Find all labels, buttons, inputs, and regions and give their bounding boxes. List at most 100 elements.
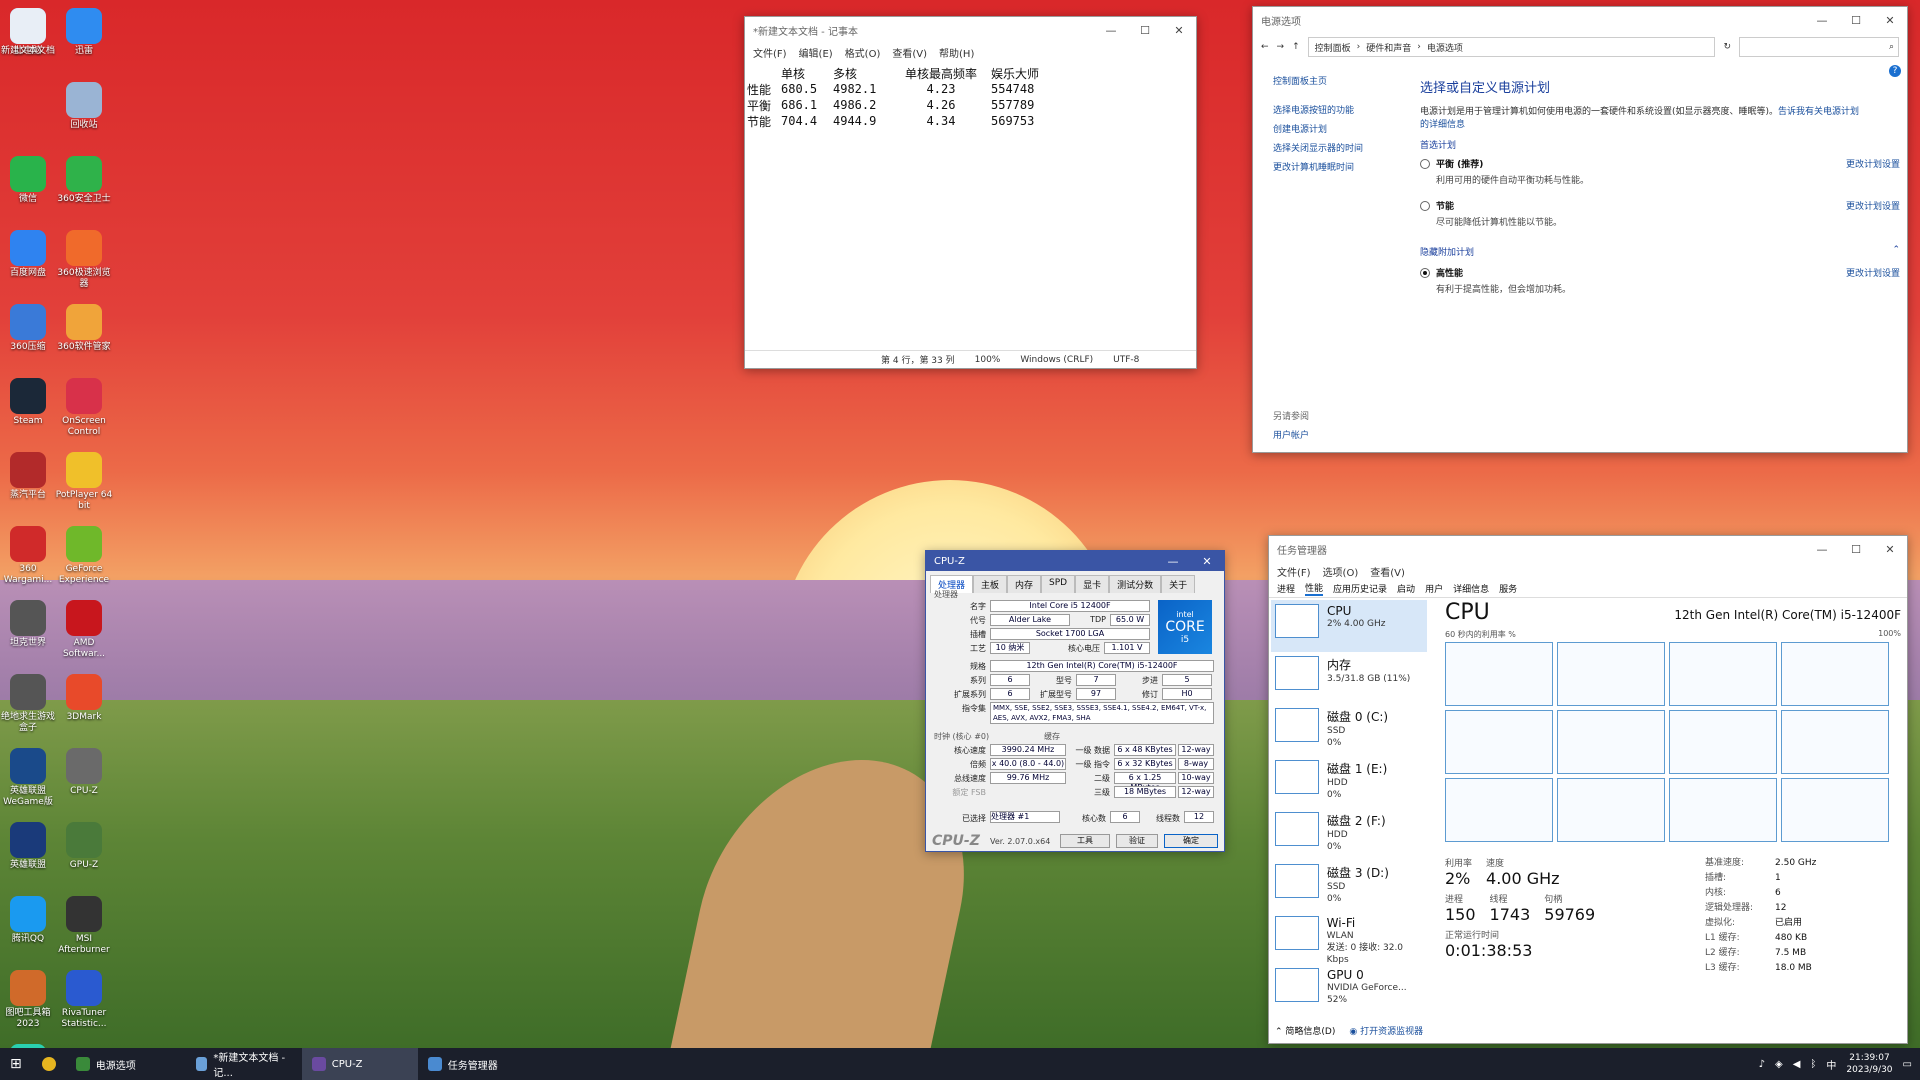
desktop-icon[interactable]: GPU-Z [56,818,112,888]
close-icon[interactable]: ✕ [1162,24,1196,37]
menu-file[interactable]: 文件(F) [753,45,787,60]
ok-button[interactable]: 确定 [1164,834,1218,848]
notepad-text-area[interactable]: 单核 多核 单核最高频率 娱乐大师 性能 680.5 4982.1 4.23 5… [745,61,1196,346]
taskbar-item-cpuz[interactable]: CPU-Z [301,1048,418,1080]
validate-button[interactable]: 验证 [1116,834,1158,848]
cpuz-window[interactable]: CPU-Z — ✕ 处理器 主板 内存 SPD 显卡 测试分数 关于 处理器 名… [925,550,1225,852]
menu-edit[interactable]: 编辑(E) [799,45,833,60]
desktop-icon[interactable]: 360压缩 [0,300,56,370]
desktop-icon[interactable]: 图吧工具箱2023 [0,966,56,1036]
notepad-window[interactable]: *新建文本文档 - 记事本 — ☐ ✕ 文件(F) 编辑(E) 格式(O) 查看… [744,16,1197,369]
tab-performance[interactable]: 性能 [1305,581,1324,596]
minimize-icon[interactable]: — [1156,555,1190,568]
tab-mainboard[interactable]: 主板 [973,575,1008,593]
address-bar[interactable]: 控制面板 › 硬件和声音 › 电源选项 [1307,37,1716,57]
processor-select[interactable]: 处理器 #1 [990,811,1060,823]
close-icon[interactable]: ✕ [1873,543,1907,556]
minimize-icon[interactable]: — [1805,14,1839,27]
change-plan-link[interactable]: 更改计划设置 [1846,157,1900,170]
desktop-icon[interactable]: 腾讯QQ [0,892,56,962]
desktop-icon[interactable]: 英雄联盟 [0,818,56,888]
desktop-icon[interactable]: 微信 [0,152,56,222]
desktop-icon[interactable]: RivaTuner Statistic... [56,966,112,1036]
taskbar-item-notepad[interactable]: *新建文本文档 - 记... [186,1048,302,1080]
menu-format[interactable]: 格式(O) [845,45,881,60]
help-icon[interactable]: ? [1889,65,1901,77]
desktop-icon[interactable]: 百度网盘 [0,226,56,296]
hidden-plans-header[interactable]: 隐藏附加计划 ⌃ [1420,245,1900,258]
breadcrumb-item[interactable]: 控制面板 [1315,41,1351,54]
menu-view[interactable]: 查看(V) [892,45,927,60]
notepad-titlebar[interactable]: *新建文本文档 - 记事本 — ☐ ✕ [745,17,1196,43]
desktop-icon[interactable]: 绝地求生游戏盒子 [0,670,56,740]
desktop-icon[interactable]: 360软件管家 [56,300,112,370]
link-user-accounts[interactable]: 用户帐户 [1273,427,1413,446]
desktop-icon[interactable]: OnScreen Control [56,374,112,444]
desktop-icon[interactable]: 新建文本文档 [0,4,56,74]
perf-item[interactable]: CPU 2% 4.00 GHz [1271,600,1427,652]
bluetooth-icon[interactable]: ᛒ [1810,1059,1816,1070]
desktop-icon[interactable]: PotPlayer 64 bit [56,448,112,518]
menu-options[interactable]: 选项(O) [1323,564,1359,579]
link-create-plan[interactable]: 创建电源计划 [1273,121,1413,140]
taskbar-item-power[interactable]: 电源选项 [66,1048,186,1080]
taskbar-item-taskmgr[interactable]: 任务管理器 [418,1048,538,1080]
menu-view[interactable]: 查看(V) [1370,564,1405,579]
desktop-icon[interactable]: AMD Softwar... [56,596,112,666]
tools-button[interactable]: 工具 [1060,834,1110,848]
desktop-icon[interactable]: MSI Afterburner [56,892,112,962]
desktop-icon[interactable]: 回收站 [56,78,112,148]
open-resource-monitor-link[interactable]: ◉ 打开资源监视器 [1349,1024,1423,1037]
perf-item[interactable]: 磁盘 1 (E:) HDD 0% [1271,756,1427,808]
perf-item[interactable]: GPU 0 NVIDIA GeForce... 52% [1271,964,1427,1016]
desktop-icon[interactable]: 海豚加速器 [0,1040,56,1048]
breadcrumb-item[interactable]: 硬件和声音 [1366,41,1411,54]
up-icon[interactable]: ↑ [1292,42,1300,52]
maximize-icon[interactable]: ☐ [1839,543,1873,556]
power-options-window[interactable]: 电源选项 — ☐ ✕ ← → ↑ 控制面板 › 硬件和声音 › 电源选项 ↻ ⌕ 控… [1252,6,1908,453]
link-power-buttons[interactable]: 选择电源按钮的功能 [1273,102,1413,121]
brief-info-link[interactable]: ⌃ 简略信息(D) [1275,1024,1335,1037]
tab-details[interactable]: 详细信息 [1453,582,1489,595]
tab-startup[interactable]: 启动 [1397,582,1415,595]
close-icon[interactable]: ✕ [1190,555,1224,568]
tab-spd[interactable]: SPD [1041,575,1076,593]
desktop-icon[interactable]: GeForce Experience [56,522,112,592]
power-titlebar[interactable]: 电源选项 — ☐ ✕ [1253,7,1907,33]
close-icon[interactable]: ✕ [1873,14,1907,27]
volume-icon[interactable]: ◀ [1793,1059,1801,1070]
minimize-icon[interactable]: — [1805,543,1839,556]
link-control-panel-home[interactable]: 控制面板主页 [1273,73,1413,92]
tab-users[interactable]: 用户 [1425,582,1443,595]
desktop-icon[interactable]: 迅雷 [56,4,112,74]
radio-balanced[interactable] [1420,159,1430,169]
desktop-icon[interactable]: 3DMark [56,670,112,740]
network-icon[interactable]: ◈ [1775,1059,1783,1070]
plan-power-saver[interactable]: 节能 尽可能降低计算机性能以节能。 更改计划设置 [1420,199,1900,241]
search-input[interactable]: ⌕ [1739,37,1899,57]
change-plan-link[interactable]: 更改计划设置 [1846,266,1900,279]
desktop-icon[interactable]: 坦克世界 [0,596,56,666]
desktop-icon[interactable]: 蒸汽平台 [0,448,56,518]
maximize-icon[interactable]: ☐ [1839,14,1873,27]
perf-item[interactable]: 磁盘 0 (C:) SSD 0% [1271,704,1427,756]
link-sleep-time[interactable]: 更改计算机睡眠时间 [1273,159,1413,178]
tab-app-history[interactable]: 应用历史记录 [1333,582,1387,595]
plan-balanced[interactable]: 平衡 (推荐) 利用可用的硬件自动平衡功耗与性能。 更改计划设置 [1420,157,1900,199]
refresh-icon[interactable]: ↻ [1723,42,1731,52]
perf-item[interactable]: 内存 3.5/31.8 GB (11%) [1271,652,1427,704]
cpuz-titlebar[interactable]: CPU-Z — ✕ [926,551,1224,571]
radio-high-performance[interactable] [1420,268,1430,278]
start-button[interactable]: ⊞ [0,1048,32,1080]
ime-indicator[interactable]: 中 [1826,1057,1836,1072]
radio-power-saver[interactable] [1420,201,1430,211]
forward-icon[interactable]: → [1277,42,1285,52]
menu-help[interactable]: 帮助(H) [939,45,974,60]
back-icon[interactable]: ← [1261,42,1269,52]
minimize-icon[interactable]: — [1094,24,1128,37]
perf-item[interactable]: 磁盘 2 (F:) HDD 0% [1271,808,1427,860]
desktop-icon[interactable]: 360极速浏览器 [56,226,112,296]
change-plan-link[interactable]: 更改计划设置 [1846,199,1900,212]
tab-services[interactable]: 服务 [1499,582,1517,595]
breadcrumb-item[interactable]: 电源选项 [1427,41,1463,54]
